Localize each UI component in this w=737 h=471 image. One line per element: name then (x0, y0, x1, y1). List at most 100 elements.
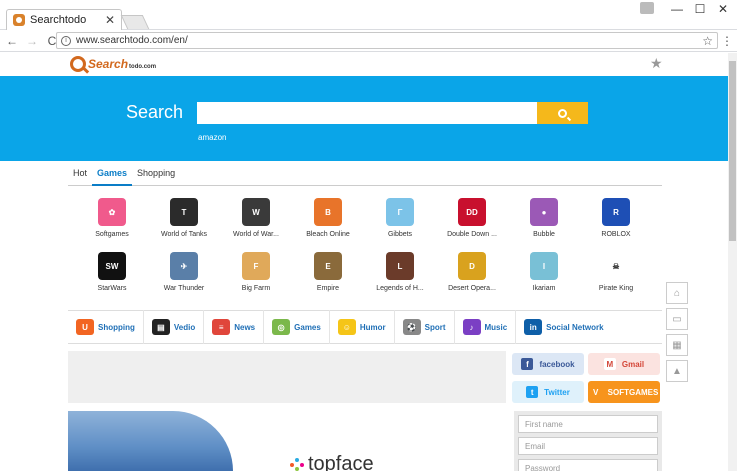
search-hero: Search amazon (0, 76, 728, 161)
social-button-facebook[interactable]: f facebook (512, 353, 584, 375)
game-tile[interactable]: I Ikariam (508, 252, 580, 300)
url-text[interactable]: www.searchtodo.com/en/ (76, 35, 702, 46)
browser-titlebar: Searchtodo ✕ — ☐ ✕ (0, 0, 737, 30)
quick-link-label: Games (294, 322, 321, 332)
warships-icon: W (242, 198, 270, 226)
social-label: facebook (539, 359, 575, 369)
quick-link-label: Humor (359, 322, 386, 332)
quick-link-label: Social Network (546, 322, 604, 332)
game-tile[interactable]: F Big Farm (220, 252, 292, 300)
game-tile[interactable]: W World of War... (220, 198, 292, 246)
tanks-icon: T (170, 198, 198, 226)
game-tile[interactable]: ✈ War Thunder (148, 252, 220, 300)
social-label: Gmail (621, 359, 645, 369)
twitter-icon: t (526, 386, 539, 398)
gamepad-icon: ◎ (272, 319, 291, 335)
new-tab-button[interactable] (120, 15, 150, 29)
gibbets-icon: Γ (386, 198, 414, 226)
category-tabs: Hot Games Shopping (68, 167, 662, 186)
page-scrollbar[interactable] (728, 53, 737, 471)
tab-shopping[interactable]: Shopping (132, 167, 180, 186)
game-tile[interactable]: D Desert Opera... (436, 252, 508, 300)
browser-menu-icon[interactable]: ⋮ (721, 34, 733, 48)
forward-button[interactable]: → (24, 34, 40, 48)
favorite-star-icon[interactable]: ★ (650, 55, 663, 72)
game-tile[interactable]: ☠ Pirate King (580, 252, 652, 300)
social-button-softgames[interactable]: V SOFTGAMES (588, 381, 660, 403)
address-bar[interactable]: i www.searchtodo.com/en/ ☆ (56, 32, 718, 49)
browser-tab[interactable]: Searchtodo ✕ (6, 9, 122, 30)
clapper-icon: ▤ (151, 319, 170, 335)
game-tile[interactable]: ● Bubble (508, 198, 580, 246)
scroll-top-icon[interactable]: ▲ (666, 360, 688, 382)
game-tile[interactable]: R ROBLOX (580, 198, 652, 246)
email-field[interactable]: Email (518, 437, 658, 455)
game-tile[interactable]: DD Double Down ... (436, 198, 508, 246)
side-tools: ⌂ ▭ ▦ ▲ (666, 282, 688, 386)
softgames-icon: ✿ (98, 198, 126, 226)
profile-icon[interactable] (640, 2, 654, 14)
back-button[interactable]: ← (4, 34, 20, 48)
quick-link-label: Vedio (173, 322, 196, 332)
game-tile[interactable]: L Legends of H... (364, 252, 436, 300)
quick-link-music[interactable]: ♪ Music (455, 310, 517, 344)
game-label: Pirate King (598, 285, 634, 292)
site-info-icon[interactable]: i (61, 35, 71, 46)
topface-logo: topface (290, 453, 374, 471)
quick-link-humor[interactable]: ☺ Humor (330, 310, 395, 344)
topface-banner[interactable]: topface (68, 411, 506, 471)
bookmark-star-icon[interactable]: ☆ (702, 34, 713, 48)
softgames-logo-icon: V (589, 386, 602, 398)
web-page: Search todo.com ★ Search amazon Hot Games… (0, 53, 728, 471)
tab-games[interactable]: Games (92, 167, 133, 186)
bag-icon[interactable]: ▭ (666, 308, 688, 330)
game-label: Bubble (533, 231, 555, 238)
browser-toolbar: ← → C i www.searchtodo.com/en/ ☆ ⋮ (0, 30, 737, 52)
bigfarm-icon: F (242, 252, 270, 280)
tab-close-icon[interactable]: ✕ (105, 13, 115, 27)
facebook-icon: f (521, 358, 534, 370)
game-label: Big Farm (241, 285, 271, 292)
game-label: StarWars (97, 285, 127, 292)
quick-link-label: Shopping (98, 322, 135, 332)
search-input[interactable] (197, 102, 537, 124)
social-button-gmail[interactable]: M Gmail (588, 353, 660, 375)
apps-grid-icon[interactable]: ▦ (666, 334, 688, 356)
game-tile[interactable]: ✿ Softgames (76, 198, 148, 246)
password-field[interactable]: Password (518, 459, 658, 471)
scrollbar-thumb[interactable] (729, 61, 736, 241)
ad-placeholder (68, 351, 506, 403)
quick-link-news[interactable]: ≡ News (204, 310, 265, 344)
music-icon: ♪ (462, 319, 481, 335)
game-tile[interactable]: B Bleach Online (292, 198, 364, 246)
shopping-bag-icon: U (76, 319, 94, 335)
games-grid: ✿ Softgames T World of Tanks W World of War..… (76, 198, 656, 300)
game-label: Empire (316, 285, 340, 292)
game-label: Gibbets (387, 231, 413, 238)
first-name-field[interactable]: First name (518, 415, 658, 433)
tab-title: Searchtodo (30, 14, 87, 26)
doubledown-icon: DD (458, 198, 486, 226)
game-tile[interactable]: T World of Tanks (148, 198, 220, 246)
quick-link-social-network[interactable]: in Social Network (516, 310, 611, 344)
searchtodo-logo[interactable]: Search todo.com (70, 54, 156, 74)
home-icon[interactable]: ⌂ (666, 282, 688, 304)
quick-link-vedio[interactable]: ▤ Vedio (144, 310, 205, 344)
game-label: Desert Opera... (448, 285, 496, 292)
quick-link-shopping[interactable]: U Shopping (68, 310, 144, 344)
signup-form: First name Email Password (514, 411, 662, 471)
search-title: Search (126, 102, 184, 122)
game-tile[interactable]: Γ Gibbets (364, 198, 436, 246)
game-tile[interactable]: E Empire (292, 252, 364, 300)
close-window-button[interactable]: ✕ (709, 0, 737, 18)
logo-word: Search (88, 57, 129, 71)
smiley-icon: ☺ (337, 319, 356, 335)
game-label: Legends of H... (376, 285, 424, 292)
tab-hot[interactable]: Hot (68, 167, 92, 186)
social-button-twitter[interactable]: t Twitter (512, 381, 584, 403)
search-hint-link[interactable]: amazon (198, 133, 226, 142)
quick-link-games[interactable]: ◎ Games (264, 310, 330, 344)
game-tile[interactable]: SW StarWars (76, 252, 148, 300)
search-button[interactable] (537, 102, 588, 124)
quick-link-sport[interactable]: ⚽ Sport (395, 310, 455, 344)
